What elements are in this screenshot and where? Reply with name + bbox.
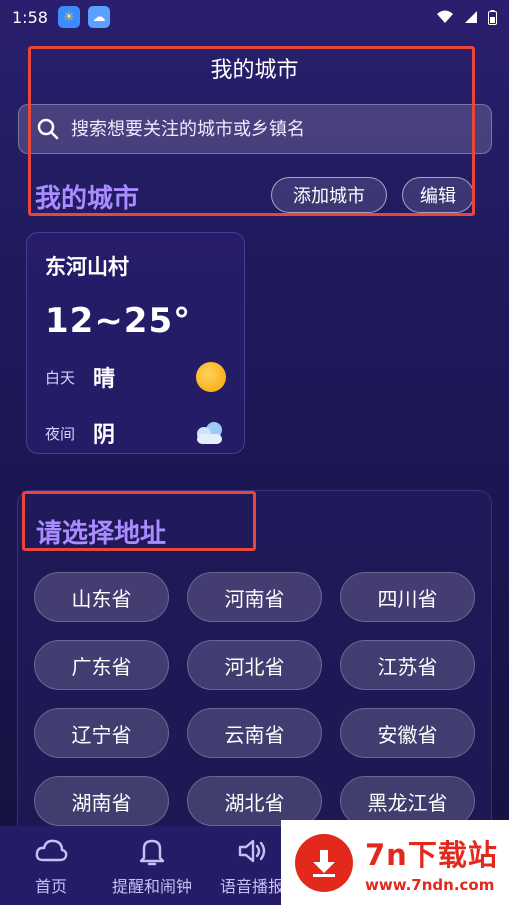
- search-input[interactable]: [71, 118, 471, 140]
- add-city-button[interactable]: 添加城市: [271, 177, 387, 213]
- province-grid: 山东省 河南省 四川省 广东省 河北省 江苏省 辽宁省 云南省 安徽省 湖南省 …: [34, 572, 475, 826]
- watermark: 7n下载站 www.7ndn.com: [281, 820, 509, 905]
- province-button[interactable]: 湖北省: [187, 776, 322, 826]
- weather-app-icon: ☀: [57, 6, 80, 28]
- night-label: 夜间: [45, 424, 76, 443]
- province-button[interactable]: 安徽省: [340, 708, 475, 758]
- edit-button[interactable]: 编辑: [402, 177, 474, 213]
- city-name: 东河山村: [45, 255, 129, 279]
- sun-icon: [196, 362, 226, 392]
- cloud-app-icon: ☁: [87, 6, 110, 28]
- nav-label: 语音播报: [219, 876, 284, 896]
- cloud-icon: [35, 839, 68, 861]
- province-button[interactable]: 山东省: [34, 572, 169, 622]
- province-button[interactable]: 广东省: [34, 640, 169, 690]
- city-temp-range: 12~25°: [45, 301, 192, 341]
- battery-icon: [488, 9, 497, 25]
- region-title: 请选择地址: [36, 519, 167, 549]
- page-title: 我的城市: [210, 58, 299, 83]
- watermark-url: www.7ndn.com: [365, 875, 495, 894]
- nav-item-home[interactable]: 首页: [0, 826, 102, 905]
- night-condition: 阴: [93, 423, 116, 448]
- province-button[interactable]: 湖南省: [34, 776, 169, 826]
- province-button[interactable]: 黑龙江省: [340, 776, 475, 826]
- download-icon: [295, 833, 353, 892]
- city-card[interactable]: 东河山村 12~25° 白天 晴 夜间 阴: [26, 232, 245, 454]
- province-button[interactable]: 江苏省: [340, 640, 475, 690]
- watermark-title: 7n下载站: [365, 837, 498, 872]
- search-box[interactable]: [18, 104, 492, 154]
- status-bar: 1:58 ☀ ☁: [0, 0, 509, 34]
- watermark-text: 7n下载站 www.7ndn.com: [365, 832, 498, 894]
- province-button[interactable]: 辽宁省: [34, 708, 169, 758]
- night-weather-row: 夜间 阴: [45, 413, 226, 453]
- day-weather-row: 白天 晴: [45, 357, 226, 397]
- search-icon: [37, 118, 59, 140]
- status-indicators: [436, 9, 497, 25]
- nav-label: 提醒和闹钟: [111, 876, 192, 896]
- province-button[interactable]: 河北省: [187, 640, 322, 690]
- day-label: 白天: [45, 368, 76, 387]
- province-button[interactable]: 四川省: [340, 572, 475, 622]
- speaker-icon: [238, 839, 266, 862]
- signal-icon: [465, 11, 477, 23]
- nav-label: 首页: [34, 876, 67, 896]
- province-button[interactable]: 河南省: [187, 572, 322, 622]
- day-condition: 晴: [93, 367, 116, 392]
- wifi-icon: [437, 10, 453, 23]
- cloud-icon: [197, 422, 222, 444]
- bell-icon: [139, 839, 165, 865]
- nav-item-reminders[interactable]: 提醒和闹钟: [102, 826, 202, 905]
- my-cities-title: 我的城市: [35, 184, 140, 214]
- province-button[interactable]: 云南省: [187, 708, 322, 758]
- status-time: 1:58: [12, 7, 48, 27]
